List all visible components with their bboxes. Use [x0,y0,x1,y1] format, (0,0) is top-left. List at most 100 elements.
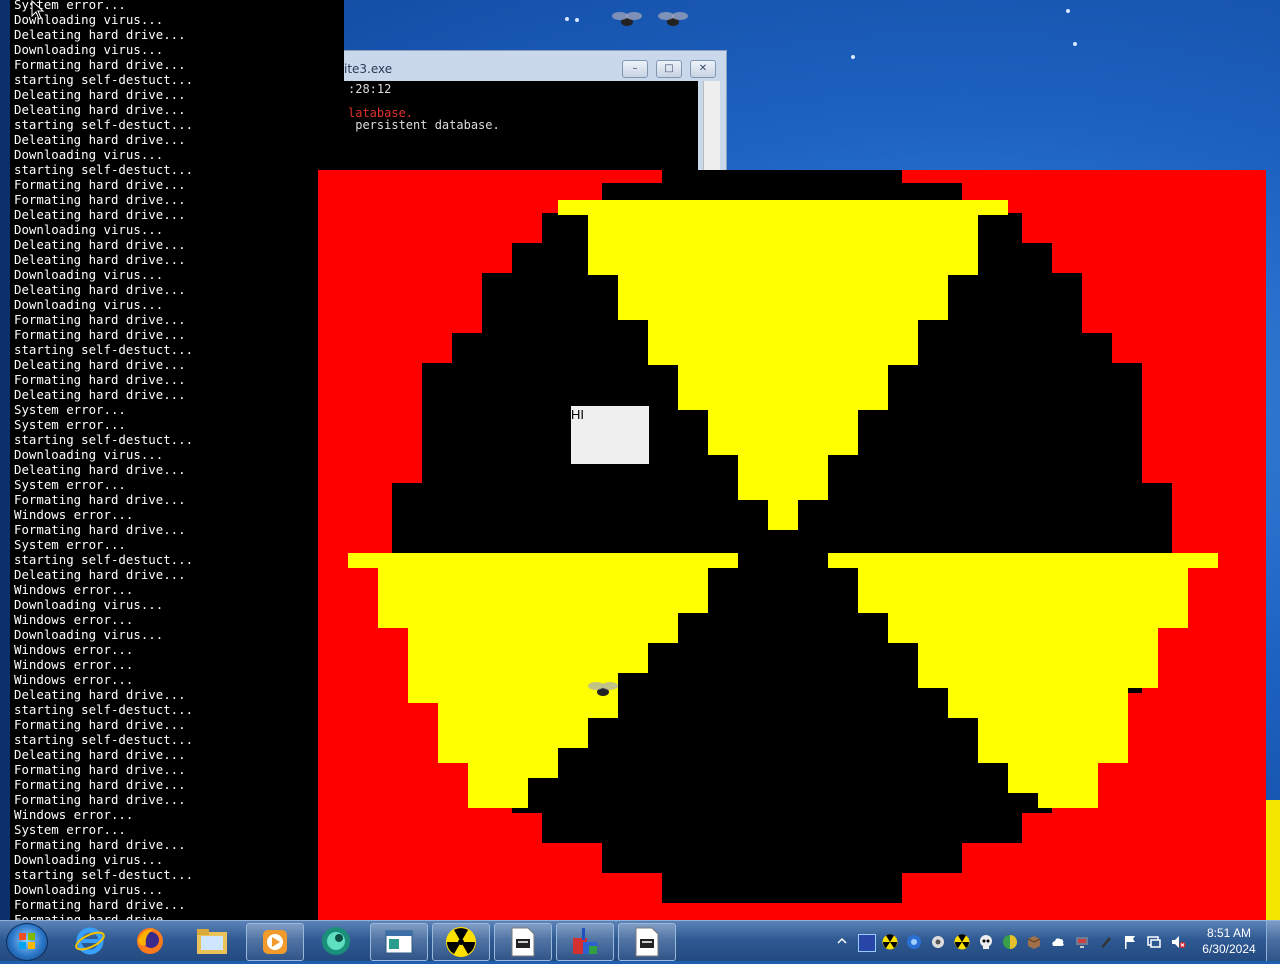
taskbar-firefox[interactable] [122,923,178,959]
clock-date: 6/30/2024 [1202,942,1256,956]
console-line: Deleating hard drive... [14,87,186,102]
window-title: ite3.exe [344,62,393,76]
radiation-blade-top [738,455,828,470]
console-line: Formating hard drive... [14,837,186,852]
pen-tray-icon[interactable] [1098,934,1114,950]
window-app-icon [385,930,413,954]
radiation-tray-icon-2[interactable] [954,934,970,950]
radiation-circle-row [662,873,902,903]
radiation-app-icon [446,927,476,957]
radiation-blade-right [1038,793,1098,808]
media-player-icon [263,930,287,954]
taskbar-console-app-2[interactable] [618,923,676,961]
monitor-tray-icon[interactable] [1074,934,1090,950]
console-line: Downloading virus... [14,147,164,162]
radiation-blade-top [588,260,978,275]
radiation-blade-left [408,658,648,673]
console-line: System error... [14,477,126,492]
windows-logo-icon [19,933,35,949]
console-line: Formating hard drive... [14,372,186,387]
maximize-button[interactable]: □ [656,60,682,78]
network-icon[interactable] [1146,934,1162,950]
radiation-blade-left [468,778,528,793]
globe-app-icon [322,927,350,955]
taskbar-globe-app[interactable] [308,923,364,959]
skull-tray-icon[interactable] [978,934,994,950]
console-output: System error... Downloading virus... Delea… [14,0,193,920]
radiation-tray-icon[interactable] [882,934,898,950]
radiation-blade-left [378,568,708,583]
taskbar-window-app[interactable] [370,923,428,961]
console-line: Downloading virus... [14,627,164,642]
console-line: Windows error... [14,507,134,522]
minimize-button[interactable]: – [622,60,648,78]
taskbar-file-explorer[interactable] [184,923,240,959]
taskbar-internet-explorer[interactable] [62,923,118,959]
sqlite-window[interactable]: ite3.exe – □ ✕ :28:12 latabase. persiste… [344,50,727,182]
radiation-blade-top [558,200,1008,215]
taskbar-installer-app[interactable] [556,923,614,961]
close-button[interactable]: ✕ [690,60,716,78]
radiation-blade-left [468,763,558,778]
radiation-blade-top [678,380,888,395]
start-button[interactable] [6,923,48,961]
output-line: persistent database. [348,118,500,132]
radiation-blade-top [648,320,918,335]
console-line: Downloading virus... [14,882,164,897]
radiation-circle-row [542,813,1022,843]
network-globe-icon[interactable] [906,934,922,950]
console-line: Formating hard drive... [14,792,186,807]
radiation-blade-left [348,553,738,568]
taskbar-media-player[interactable] [246,923,304,961]
radiation-blade-left [468,793,528,808]
radiation-blade-top [708,410,858,425]
console-line: Deleating hard drive... [14,252,186,267]
system-clock[interactable]: 8:51 AM 6/30/2024 [1196,925,1262,957]
tray-app-icon[interactable] [858,934,876,952]
radiation-blade-top [618,275,948,290]
cloud-tray-icon[interactable] [1050,934,1066,950]
console-line: starting self-destuct... [14,867,194,882]
radiation-blade-top [588,215,978,230]
hi-popup[interactable]: HI [571,406,649,464]
taskbar-radiation-app[interactable] [432,923,490,961]
mouse-cursor-icon [31,0,45,20]
show-desktop-button[interactable] [1266,921,1280,961]
console-line: Deleating hard drive... [14,132,186,147]
console-line: starting self-destuct... [14,342,194,357]
console-line: starting self-destuct... [14,162,194,177]
file-explorer-icon [197,929,227,954]
radiation-blade-top [618,290,948,305]
console-line: Deleating hard drive... [14,687,186,702]
show-hidden-icons-icon[interactable] [836,935,848,947]
radiation-blade-left [378,613,678,628]
console-line: starting self-destuct... [14,432,194,447]
console-line: Formating hard drive... [14,522,186,537]
radiation-blade-right [978,748,1128,763]
radiation-blade-right [858,583,1188,598]
action-center-flag-icon[interactable] [1122,934,1138,950]
console-app-icon-2 [635,927,659,957]
scrollbar[interactable] [703,81,720,171]
radiation-blade-right [918,658,1158,673]
console-line: Downloading virus... [14,447,164,462]
taskbar-console-app[interactable] [494,923,552,961]
gear-tray-icon[interactable] [930,934,946,950]
radiation-blade-top [648,350,918,365]
radiation-blade-left [408,628,678,643]
console-line: Windows error... [14,672,134,687]
radiation-blade-right [978,718,1128,733]
green-ball-tray-icon[interactable] [1002,934,1018,950]
radiation-blade-top [648,335,918,350]
radiation-blade-right [978,733,1128,748]
radiation-blade-top [708,440,858,455]
radiation-blade-top [618,305,948,320]
console-line: Formating hard drive... [14,192,186,207]
box-tray-icon[interactable] [1026,934,1042,950]
firefox-icon [137,928,163,954]
radiation-window[interactable] [318,170,1266,920]
radiation-symbol [348,170,1218,903]
console-window[interactable]: System error... Downloading virus... Delea… [0,0,344,920]
radiation-blade-top [678,365,888,380]
volume-muted-icon[interactable] [1170,934,1186,950]
